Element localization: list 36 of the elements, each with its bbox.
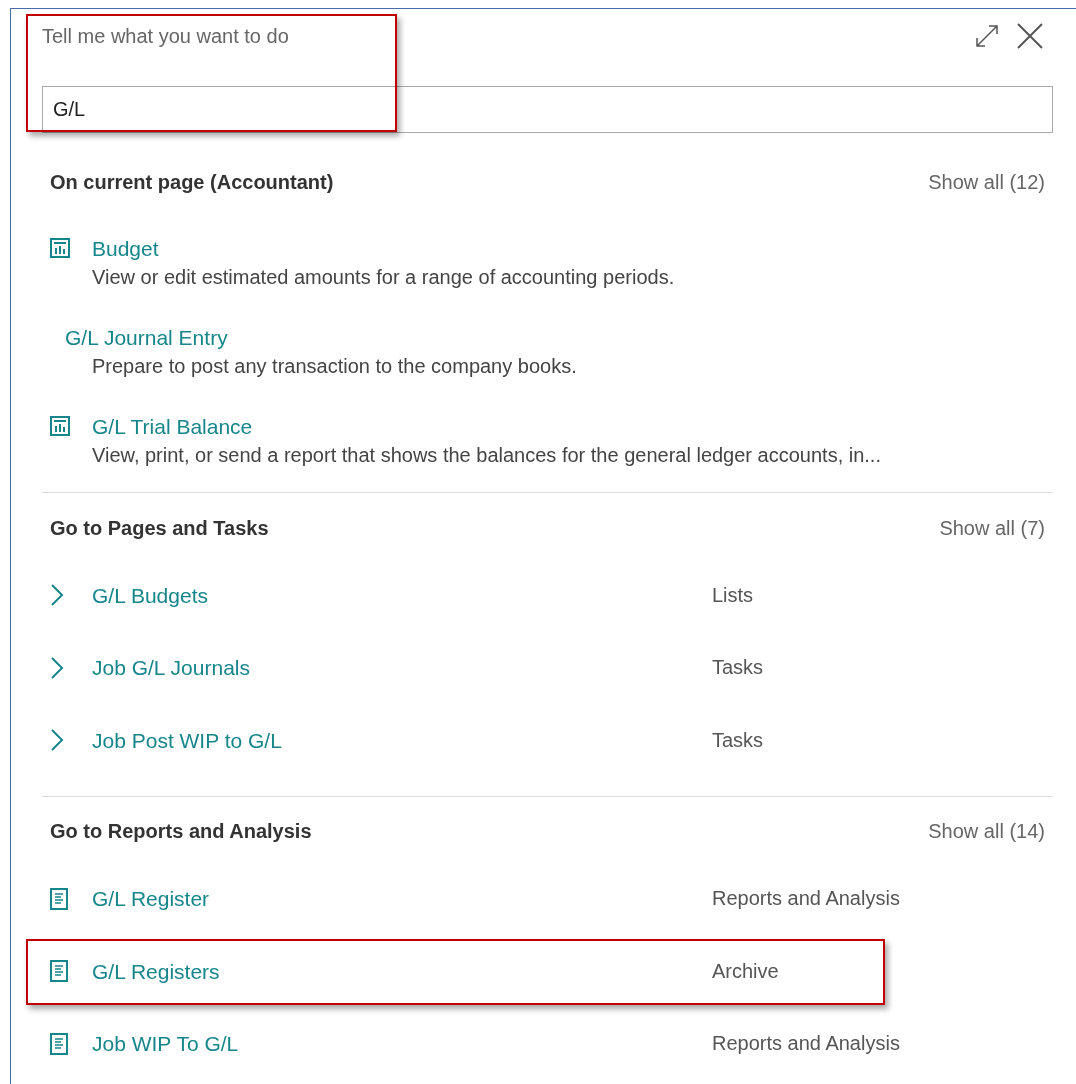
result-category: Tasks [712,656,764,680]
section-heading: On current page (Accountant) [50,170,334,194]
result-category: Tasks [712,728,764,752]
result-link[interactable]: G/L Registers [92,959,220,983]
show-all-link[interactable]: Show all (14) [928,820,1045,843]
result-category: Archive [712,959,779,983]
result-category: Reports and Analysis [712,887,900,911]
result-description: View or edit estimated amounts for a range of accounting periods. [92,265,675,290]
chart-icon [50,416,70,436]
result-link[interactable]: G/L Trial Balance [92,415,253,438]
result-link[interactable]: Job Post WIP to G/L [92,728,282,752]
result-description: View, print, or send a report that shows the balances for the general ledger accounts, in... [92,443,881,468]
chart-icon [50,238,70,258]
expand-icon[interactable] [975,24,999,48]
result-link[interactable]: G/L Budgets [92,583,208,607]
chevron-right-icon [50,728,64,753]
result-link[interactable]: Job WIP To G/L [92,1032,239,1056]
result-link[interactable]: Budget [92,237,159,260]
show-all-link[interactable]: Show all (12) [928,170,1045,194]
report-icon [50,960,68,983]
result-description: Prepare to post any transaction to the company books. [92,354,577,379]
chevron-right-icon [50,655,64,680]
result-link[interactable]: Job G/L Journals [92,656,250,680]
section-heading: Go to Reports and Analysis [50,820,312,843]
show-all-link[interactable]: Show all (7) [939,516,1045,540]
result-link[interactable]: G/L Register [92,887,210,911]
result-category: Reports and Analysis [712,1032,900,1056]
result-link[interactable]: G/L Journal Entry [50,326,228,349]
dialog-title: Tell me what you want to do [42,24,289,48]
search-field[interactable]: G/L [42,86,1053,133]
report-icon [50,887,68,910]
report-icon [50,1032,68,1055]
chevron-right-icon [50,583,64,608]
section-heading: Go to Pages and Tasks [50,516,269,540]
close-icon[interactable] [1017,23,1043,49]
result-category: Lists [712,583,754,607]
